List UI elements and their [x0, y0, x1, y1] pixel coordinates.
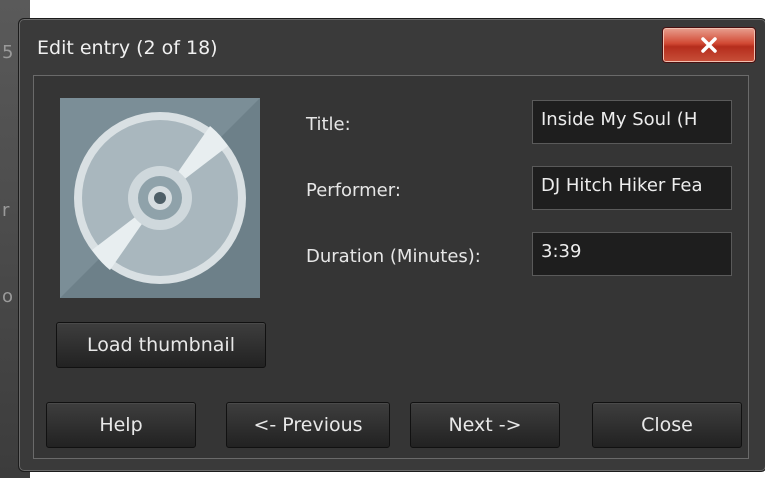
cd-disc-icon [60, 98, 260, 298]
background-text-fragment: o [2, 286, 14, 307]
close-button[interactable]: Close [592, 402, 742, 448]
title-input[interactable]: Inside My Soul (H [532, 100, 732, 144]
help-button[interactable]: Help [46, 402, 196, 448]
title-bar[interactable]: Edit entry (2 of 18) [19, 19, 765, 77]
content-panel: Load thumbnail Title: Inside My Soul (H … [33, 75, 749, 459]
duration-input[interactable]: 3:39 [532, 232, 732, 276]
performer-input[interactable]: DJ Hitch Hiker Fea [532, 166, 732, 210]
previous-button[interactable]: <- Previous [226, 402, 390, 448]
close-x-icon [701, 37, 717, 53]
title-label: Title: [306, 114, 351, 135]
window-close-button[interactable] [662, 27, 756, 63]
next-button[interactable]: Next -> [410, 402, 560, 448]
performer-label: Performer: [306, 180, 401, 201]
duration-label: Duration (Minutes): [306, 246, 481, 267]
background-text-fragment: 5 [2, 42, 14, 63]
edit-entry-dialog: Edit entry (2 of 18) Load thumbnail Titl… [18, 18, 765, 472]
background-text-fragment: r [2, 200, 10, 221]
load-thumbnail-button[interactable]: Load thumbnail [56, 322, 266, 368]
thumbnail-image [60, 98, 260, 298]
window-title: Edit entry (2 of 18) [37, 37, 218, 59]
